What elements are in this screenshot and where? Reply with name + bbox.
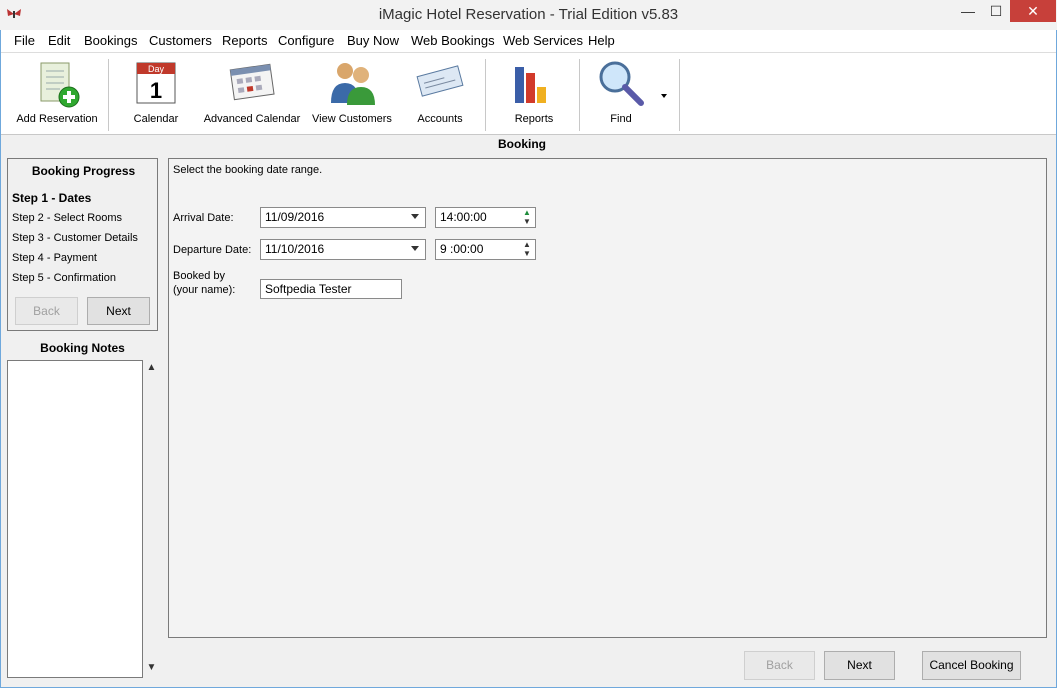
back-button[interactable]: Back [744, 651, 815, 680]
arrival-time-spinner[interactable]: 14:00:00 ▲ ▼ [435, 207, 536, 228]
menu-web-services[interactable]: Web Services [503, 33, 583, 48]
view-customers-icon [331, 63, 375, 105]
booking-progress-panel: Booking Progress Step 1 - Dates Step 2 -… [7, 158, 158, 331]
title-bar: iMagic Hotel Reservation - Trial Edition… [0, 0, 1057, 30]
booking-notes-textarea[interactable] [7, 360, 143, 678]
spin-down-icon[interactable]: ▼ [521, 250, 533, 258]
find-dropdown-arrow-icon[interactable] [659, 91, 669, 101]
calendar-button[interactable]: Day 1 Calendar [119, 53, 193, 133]
menu-file[interactable]: File [14, 33, 35, 48]
notes-scrollbar[interactable]: ▲ ▼ [143, 360, 160, 678]
departure-time-spinner[interactable]: 9 :00:00 ▲ ▼ [435, 239, 536, 260]
menu-help[interactable]: Help [588, 33, 615, 48]
menu-edit[interactable]: Edit [48, 33, 70, 48]
toolbar-separator [485, 59, 486, 131]
departure-date-picker[interactable]: 11/10/2016 [260, 239, 426, 260]
chevron-down-icon[interactable] [411, 214, 419, 219]
calendar-label: Calendar [133, 113, 179, 125]
minimize-button[interactable]: — [953, 0, 983, 22]
view-customers-button[interactable]: View Customers [309, 53, 395, 133]
step-item: Step 1 - Dates [12, 191, 92, 205]
accounts-icon [416, 65, 464, 97]
scroll-down-icon[interactable]: ▼ [143, 662, 160, 673]
step-item: Step 4 - Payment [12, 252, 97, 264]
reports-button[interactable]: Reports [499, 53, 569, 133]
toolbar: Add Reservation Day 1 Calendar Advanced … [1, 52, 1056, 135]
scroll-up-icon[interactable]: ▲ [143, 362, 160, 373]
toolbar-separator [579, 59, 580, 131]
find-label: Find [610, 113, 632, 125]
toolbar-separator [679, 59, 680, 131]
view-customers-label: View Customers [312, 113, 392, 125]
arrival-date-picker[interactable]: 11/09/2016 [260, 207, 426, 228]
add-reservation-button[interactable]: Add Reservation [9, 53, 105, 133]
magnifier-icon [599, 61, 644, 106]
advanced-calendar-button[interactable]: Advanced Calendar [201, 53, 303, 133]
cancel-booking-button[interactable]: Cancel Booking [922, 651, 1021, 680]
booking-progress-title: Booking Progress [31, 164, 136, 178]
arrival-date-label: Arrival Date: [173, 212, 234, 224]
advanced-calendar-icon [229, 63, 275, 101]
add-reservation-icon [40, 62, 80, 108]
spin-up-icon[interactable]: ▲ [521, 241, 533, 249]
departure-date-value: 11/10/2016 [265, 242, 325, 256]
menu-customers[interactable]: Customers [149, 33, 212, 48]
menu-buy-now[interactable]: Buy Now [347, 33, 399, 48]
progress-next-button[interactable]: Next [87, 297, 150, 325]
menu-bookings[interactable]: Bookings [84, 33, 137, 48]
reports-label: Reports [514, 113, 554, 125]
reports-icon [515, 67, 546, 103]
booked-by-input[interactable]: Softpedia Tester [260, 279, 402, 299]
instruction-text: Select the booking date range. [173, 164, 323, 176]
booked-by-label: Booked by [173, 270, 225, 282]
arrival-date-value: 11/09/2016 [265, 210, 325, 224]
booking-form-panel: Select the booking date range. Arrival D… [168, 158, 1047, 638]
next-button[interactable]: Next [824, 651, 895, 680]
calendar-icon: Day 1 [136, 62, 176, 104]
advanced-calendar-label: Advanced Calendar [203, 113, 301, 125]
departure-date-label: Departure Date: [173, 244, 252, 256]
section-heading: Booking [498, 137, 546, 151]
window-title: iMagic Hotel Reservation - Trial Edition… [378, 6, 679, 23]
accounts-button[interactable]: Accounts [405, 53, 475, 133]
spin-up-icon[interactable]: ▲ [521, 209, 533, 217]
menu-reports[interactable]: Reports [222, 33, 268, 48]
menu-configure[interactable]: Configure [278, 33, 334, 48]
menu-bar: File Edit Bookings Customers Reports Con… [1, 30, 1056, 52]
find-button[interactable]: Find [589, 53, 653, 133]
step-item: Step 2 - Select Rooms [12, 212, 123, 224]
step-item: Step 3 - Customer Details [12, 232, 138, 244]
spin-down-icon[interactable]: ▼ [521, 218, 533, 226]
chevron-down-icon[interactable] [411, 246, 419, 251]
maximize-button[interactable]: ☐ [981, 0, 1011, 22]
departure-time-value: 9 :00:00 [440, 242, 484, 256]
booked-by-label-sub: (your name): [173, 284, 236, 296]
toolbar-separator [108, 59, 109, 131]
svg-text:Day: Day [148, 64, 165, 74]
accounts-label: Accounts [417, 113, 463, 125]
menu-web-bookings[interactable]: Web Bookings [411, 33, 495, 48]
add-reservation-label: Add Reservation [16, 113, 98, 125]
step-item: Step 5 - Confirmation [12, 272, 116, 284]
arrival-time-value: 14:00:00 [440, 210, 487, 224]
close-button[interactable]: ✕ [1010, 0, 1056, 22]
svg-text:1: 1 [150, 78, 162, 103]
booking-notes-title: Booking Notes [40, 341, 125, 355]
progress-back-button[interactable]: Back [15, 297, 78, 325]
